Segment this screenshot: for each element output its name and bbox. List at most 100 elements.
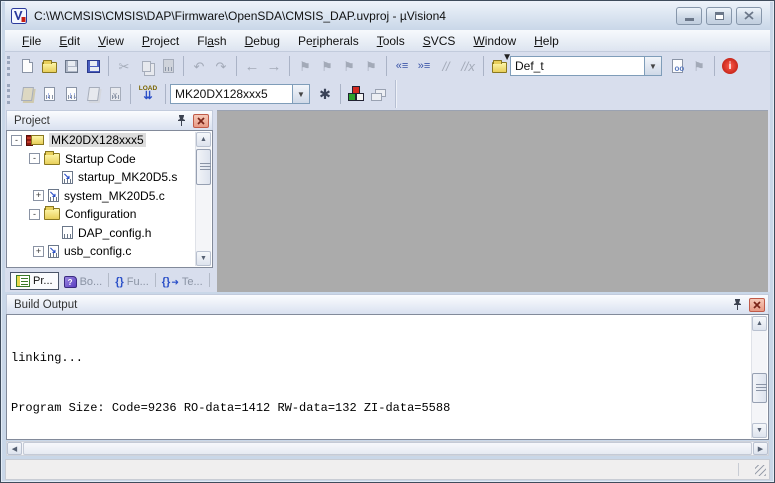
menu-tools[interactable]: Tools [368,32,414,50]
build-output-close-button[interactable] [749,298,765,312]
scroll-down-icon[interactable]: ▼ [196,251,211,266]
menu-file[interactable]: File [13,32,50,50]
menu-view[interactable]: View [89,32,133,50]
project-tree-scrollbar[interactable]: ▲ ▼ [195,132,211,266]
project-panel-title: Project [14,115,176,127]
project-close-button[interactable] [193,114,209,128]
search-document-icon[interactable]: oo [666,55,688,77]
tree-item-label[interactable]: MK20DX128xxx5 [49,133,146,147]
scroll-right-icon[interactable]: ▶ [753,442,768,455]
build-toolbar: ↓ ↓↓ x LOAD⇊ MK20DX128xxx5 ▼ ✱ [5,80,770,108]
tree-item-label[interactable]: startup_MK20D5.s [77,170,178,184]
pin-icon[interactable] [732,298,743,311]
infocenter-icon[interactable]: i [719,55,741,77]
scroll-up-icon[interactable]: ▲ [196,132,211,147]
paste-icon[interactable] [157,55,179,77]
minimize-button[interactable] [676,7,702,25]
scroll-up-icon[interactable]: ▲ [752,316,767,331]
manage-components-icon[interactable] [345,83,367,105]
toolbar-grip[interactable] [7,84,12,104]
resize-grip[interactable] [755,465,766,476]
navigate-back-icon[interactable]: ← [241,55,263,77]
title-bar[interactable]: C:\W\CMSIS\CMSIS\DAP\Firmware\OpenSDA\CM… [5,1,770,30]
options-for-target-icon[interactable]: ✱ [314,83,336,105]
menu-svcs[interactable]: SVCS [414,32,465,50]
tree-item-label[interactable]: Configuration [64,207,137,221]
save-all-icon[interactable] [82,55,104,77]
menu-project[interactable]: Project [133,32,188,50]
tree-expander[interactable]: - [11,135,22,146]
tree-expander[interactable]: + [33,246,44,257]
tree-row-file[interactable]: ↘ startup_MK20D5.s [7,168,212,187]
toolbar-grip[interactable] [7,56,12,76]
tree-expander[interactable]: - [29,153,40,164]
menu-help[interactable]: Help [525,32,568,50]
pin-icon[interactable] [176,114,187,127]
define-combo[interactable]: Def_t ▼ [510,56,662,76]
redo-icon[interactable]: ↷ [210,55,232,77]
chevron-down-icon[interactable]: ▼ [644,57,661,75]
tree-item-label[interactable]: DAP_config.h [77,226,152,240]
build-icon[interactable]: ↓ [38,83,60,105]
menu-window[interactable]: Window [464,32,525,50]
chevron-down-icon[interactable]: ▼ [292,85,309,103]
target-select-combo[interactable]: MK20DX128xxx5 ▼ [170,84,310,104]
toggle-bookmark-icon[interactable]: ⚑ [294,55,316,77]
tree-item-label[interactable]: system_MK20D5.c [63,189,166,203]
scrollbar-thumb[interactable] [752,373,767,403]
tree-row-file[interactable]: + ↘ system_MK20D5.c [7,187,212,206]
tree-item-label[interactable]: Startup Code [64,152,137,166]
build-output-scrollbar[interactable]: ▲ ▼ [751,316,767,438]
close-button[interactable] [736,7,762,25]
tab-functions[interactable]: {} Fu... [110,274,154,290]
stop-build-icon[interactable]: x [104,83,126,105]
cut-icon[interactable]: ✂ [113,55,135,77]
comment-icon[interactable]: // [435,55,457,77]
tab-templates[interactable]: {}➜ Te... [157,274,208,290]
navigate-forward-icon[interactable]: → [263,55,285,77]
restore-icon [715,12,724,20]
load-flash-icon[interactable]: LOAD⇊ [135,83,161,105]
tree-row-group[interactable]: - Startup Code [7,150,212,169]
open-file-icon[interactable] [38,55,60,77]
tree-row-group[interactable]: - Configuration [7,205,212,224]
scrollbar-thumb[interactable] [196,149,211,185]
tree-row-file[interactable]: DAP_config.h [7,224,212,243]
restore-button[interactable] [706,7,732,25]
scroll-left-icon[interactable]: ◀ [7,442,22,455]
uncomment-icon[interactable]: //x [457,55,479,77]
indent-icon[interactable]: »≡ [413,55,435,77]
menu-debug[interactable]: Debug [236,32,289,50]
build-output-hscrollbar[interactable]: ◀ ▶ [6,441,769,456]
menu-edit[interactable]: Edit [50,32,89,50]
menu-peripherals[interactable]: Peripherals [289,32,368,50]
next-bookmark-icon[interactable]: ⚑ [338,55,360,77]
tree-row-file[interactable]: + ↘ usb_config.c [7,242,212,261]
new-file-icon[interactable] [16,55,38,77]
previous-bookmark-icon[interactable]: ⚑ [316,55,338,77]
find-in-files-icon[interactable]: ▼ [488,55,510,77]
clear-all-bookmarks-icon[interactable]: ⚑ [360,55,382,77]
copy-icon[interactable] [135,55,157,77]
batch-build-icon[interactable] [82,83,104,105]
incremental-find-icon[interactable]: ⚑ [688,55,710,77]
scrollbar-thumb[interactable] [23,442,752,455]
tab-project[interactable]: Pr... [10,272,59,290]
functions-tab-icon: {} [115,276,124,288]
tab-books[interactable]: ? Bo... [59,274,108,290]
tree-expander[interactable]: - [29,209,40,220]
build-output-log[interactable]: linking... Program Size: Code=9236 RO-da… [6,314,769,440]
minimize-icon [685,18,694,21]
tree-expander[interactable]: + [33,190,44,201]
tree-row-target[interactable]: - MK20DX128xxx5 [7,131,212,150]
window-layout-icon[interactable] [367,83,389,105]
menu-flash[interactable]: Flash [188,32,235,50]
translate-icon[interactable] [16,83,38,105]
save-icon[interactable] [60,55,82,77]
unindent-icon[interactable]: «≡ [391,55,413,77]
rebuild-all-icon[interactable]: ↓↓ [60,83,82,105]
undo-icon[interactable]: ↶ [188,55,210,77]
scroll-down-icon[interactable]: ▼ [752,423,767,438]
tree-item-label[interactable]: usb_config.c [63,244,132,258]
uvision-window: C:\W\CMSIS\CMSIS\DAP\Firmware\OpenSDA\CM… [0,0,775,483]
